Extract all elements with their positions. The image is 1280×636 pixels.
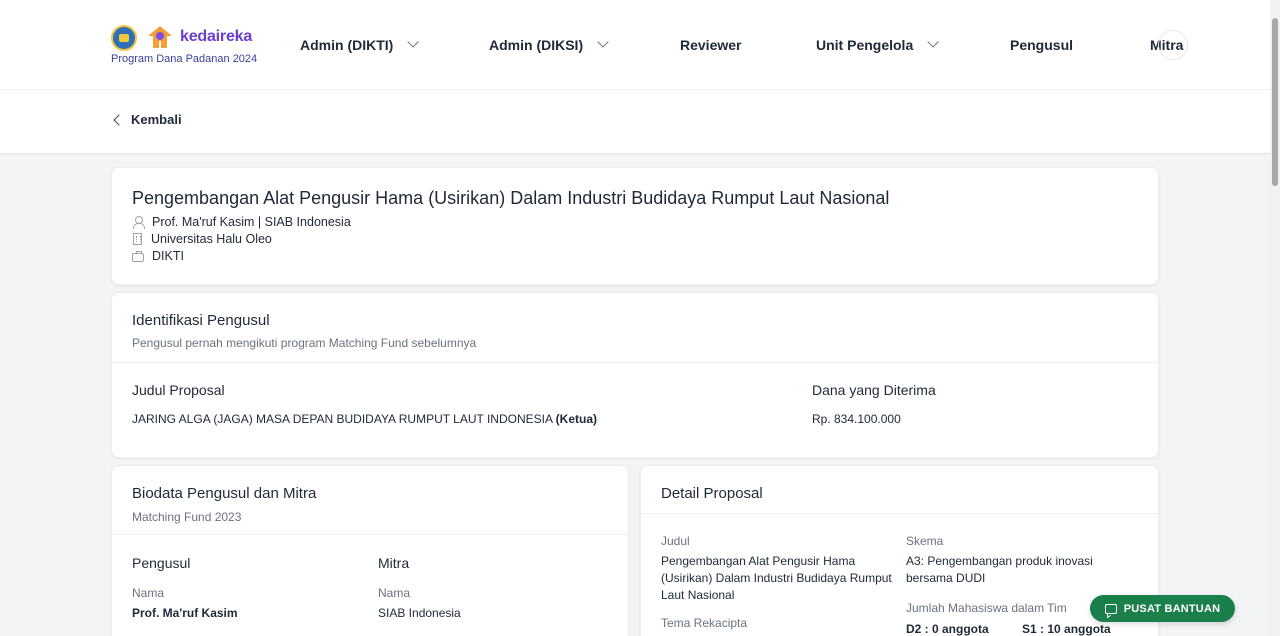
profile-circle-button[interactable]	[1158, 30, 1188, 60]
top-navbar: kedaireka Program Dana Padanan 2024 Admi…	[0, 0, 1270, 90]
logo-brand-text: kedaireka	[180, 28, 253, 45]
s1-count: S1 : 10 anggota	[1022, 622, 1111, 636]
jumlah-mahasiswa-label: Jumlah Mahasiswa dalam Tim	[906, 601, 1067, 615]
chat-icon	[1104, 603, 1117, 614]
divider	[112, 362, 1158, 363]
nav-admin-dikti-label: Admin (DIKTI)	[300, 37, 394, 53]
mitra-heading: Mitra	[378, 555, 410, 571]
mitra-nama-label: Nama	[378, 586, 411, 600]
building-icon	[133, 233, 142, 245]
row-judul-text: JARING ALGA (JAGA) MASA DEPAN BUDIDAYA R…	[132, 412, 553, 426]
chevron-down-icon	[407, 36, 419, 48]
biodata-card: Biodata Pengusul dan Mitra Matching Fund…	[111, 465, 629, 636]
logo-subtitle: Program Dana Padanan 2024	[111, 53, 258, 65]
pengusul-heading: Pengusul	[132, 555, 191, 571]
nav-admin-diksi[interactable]: Admin (DIKSI)	[489, 36, 609, 53]
back-label: Kembali	[131, 112, 182, 127]
pusat-bantuan-label: PUSAT BANTUAN	[1123, 602, 1221, 615]
judul-label: Judul	[661, 534, 690, 548]
proposal-university-text: Universitas Halu Oleo	[151, 232, 272, 246]
identifikasi-pengusul-card: Identifikasi Pengusul Pengusul pernah me…	[111, 292, 1159, 458]
briefcase-icon	[132, 250, 144, 262]
nav-admin-diksi-label: Admin (DIKSI)	[489, 37, 584, 53]
proposal-person-text: Prof. Ma'ruf Kasim | SIAB Indonesia	[152, 215, 351, 229]
biodata-subtitle: Matching Fund 2023	[132, 510, 242, 524]
identifikasi-row-judul: JARING ALGA (JAGA) MASA DEPAN BUDIDAYA R…	[132, 412, 597, 426]
identifikasi-row-dana: Rp. 834.100.000	[812, 412, 901, 426]
proposal-university: Universitas Halu Oleo	[132, 232, 272, 246]
page-scrollbar[interactable]	[1270, 0, 1280, 636]
detail-title: Detail Proposal	[661, 485, 763, 502]
column-header-dana: Dana yang Diterima	[812, 382, 936, 398]
pusat-bantuan-button[interactable]: PUSAT BANTUAN	[1090, 595, 1235, 622]
user-icon	[132, 216, 145, 229]
identifikasi-title: Identifikasi Pengusul	[132, 312, 270, 329]
pengusul-nama-value: Prof. Ma'ruf Kasim	[132, 606, 238, 620]
nav-admin-dikti[interactable]: Admin (DIKTI)	[300, 36, 419, 53]
back-button[interactable]: Kembali	[113, 112, 182, 127]
proposal-person: Prof. Ma'ruf Kasim | SIAB Indonesia	[132, 215, 351, 229]
tut-wuri-logo-icon	[111, 25, 137, 51]
scrollbar-thumb[interactable]	[1272, 18, 1278, 186]
chevron-down-icon	[927, 36, 939, 48]
proposal-header-card: Pengembangan Alat Pengusir Hama (Usirika…	[111, 167, 1159, 285]
column-header-judul: Judul Proposal	[132, 382, 225, 398]
proposal-directorate-text: DIKTI	[152, 249, 184, 263]
chevron-down-icon	[597, 36, 609, 48]
proposal-directorate: DIKTI	[132, 249, 184, 263]
detail-proposal-card: Detail Proposal Judul Pengembangan Alat …	[640, 465, 1159, 636]
proposal-title: Pengembangan Alat Pengusir Hama (Usirika…	[132, 188, 890, 208]
biodata-title: Biodata Pengusul dan Mitra	[132, 485, 317, 502]
nav-unit-pengelola[interactable]: Unit Pengelola	[816, 36, 939, 53]
tema-label: Tema Rekacipta	[661, 616, 748, 630]
identifikasi-subtitle: Pengusul pernah mengikuti program Matchi…	[132, 336, 477, 350]
nav-reviewer-label: Reviewer	[680, 37, 742, 53]
row-role-badge: (Ketua)	[555, 412, 598, 426]
pengusul-nama-label: Nama	[132, 586, 165, 600]
nav-pengusul-label: Pengusul	[1010, 37, 1074, 53]
d2-count: D2 : 0 anggota	[906, 622, 989, 636]
mitra-nama-value: SIAB Indonesia	[378, 606, 461, 620]
back-bar: Kembali	[0, 90, 1270, 154]
nav-unit-pengelola-label: Unit Pengelola	[816, 37, 914, 53]
skema-value: A3: Pengembangan produk inovasi bersama …	[906, 554, 1093, 585]
kedaireka-logo[interactable]: kedaireka Program Dana Padanan 2024	[111, 24, 271, 68]
divider	[112, 534, 628, 535]
skema-label: Skema	[906, 534, 944, 548]
nav-pengusul[interactable]: Pengusul	[1010, 37, 1073, 53]
divider	[641, 513, 1158, 514]
kedaireka-mark-icon	[148, 26, 172, 48]
nav-reviewer[interactable]: Reviewer	[680, 37, 741, 53]
chevron-left-icon	[113, 113, 125, 126]
judul-value: Pengembangan Alat Pengusir Hama (Usirika…	[661, 554, 892, 602]
